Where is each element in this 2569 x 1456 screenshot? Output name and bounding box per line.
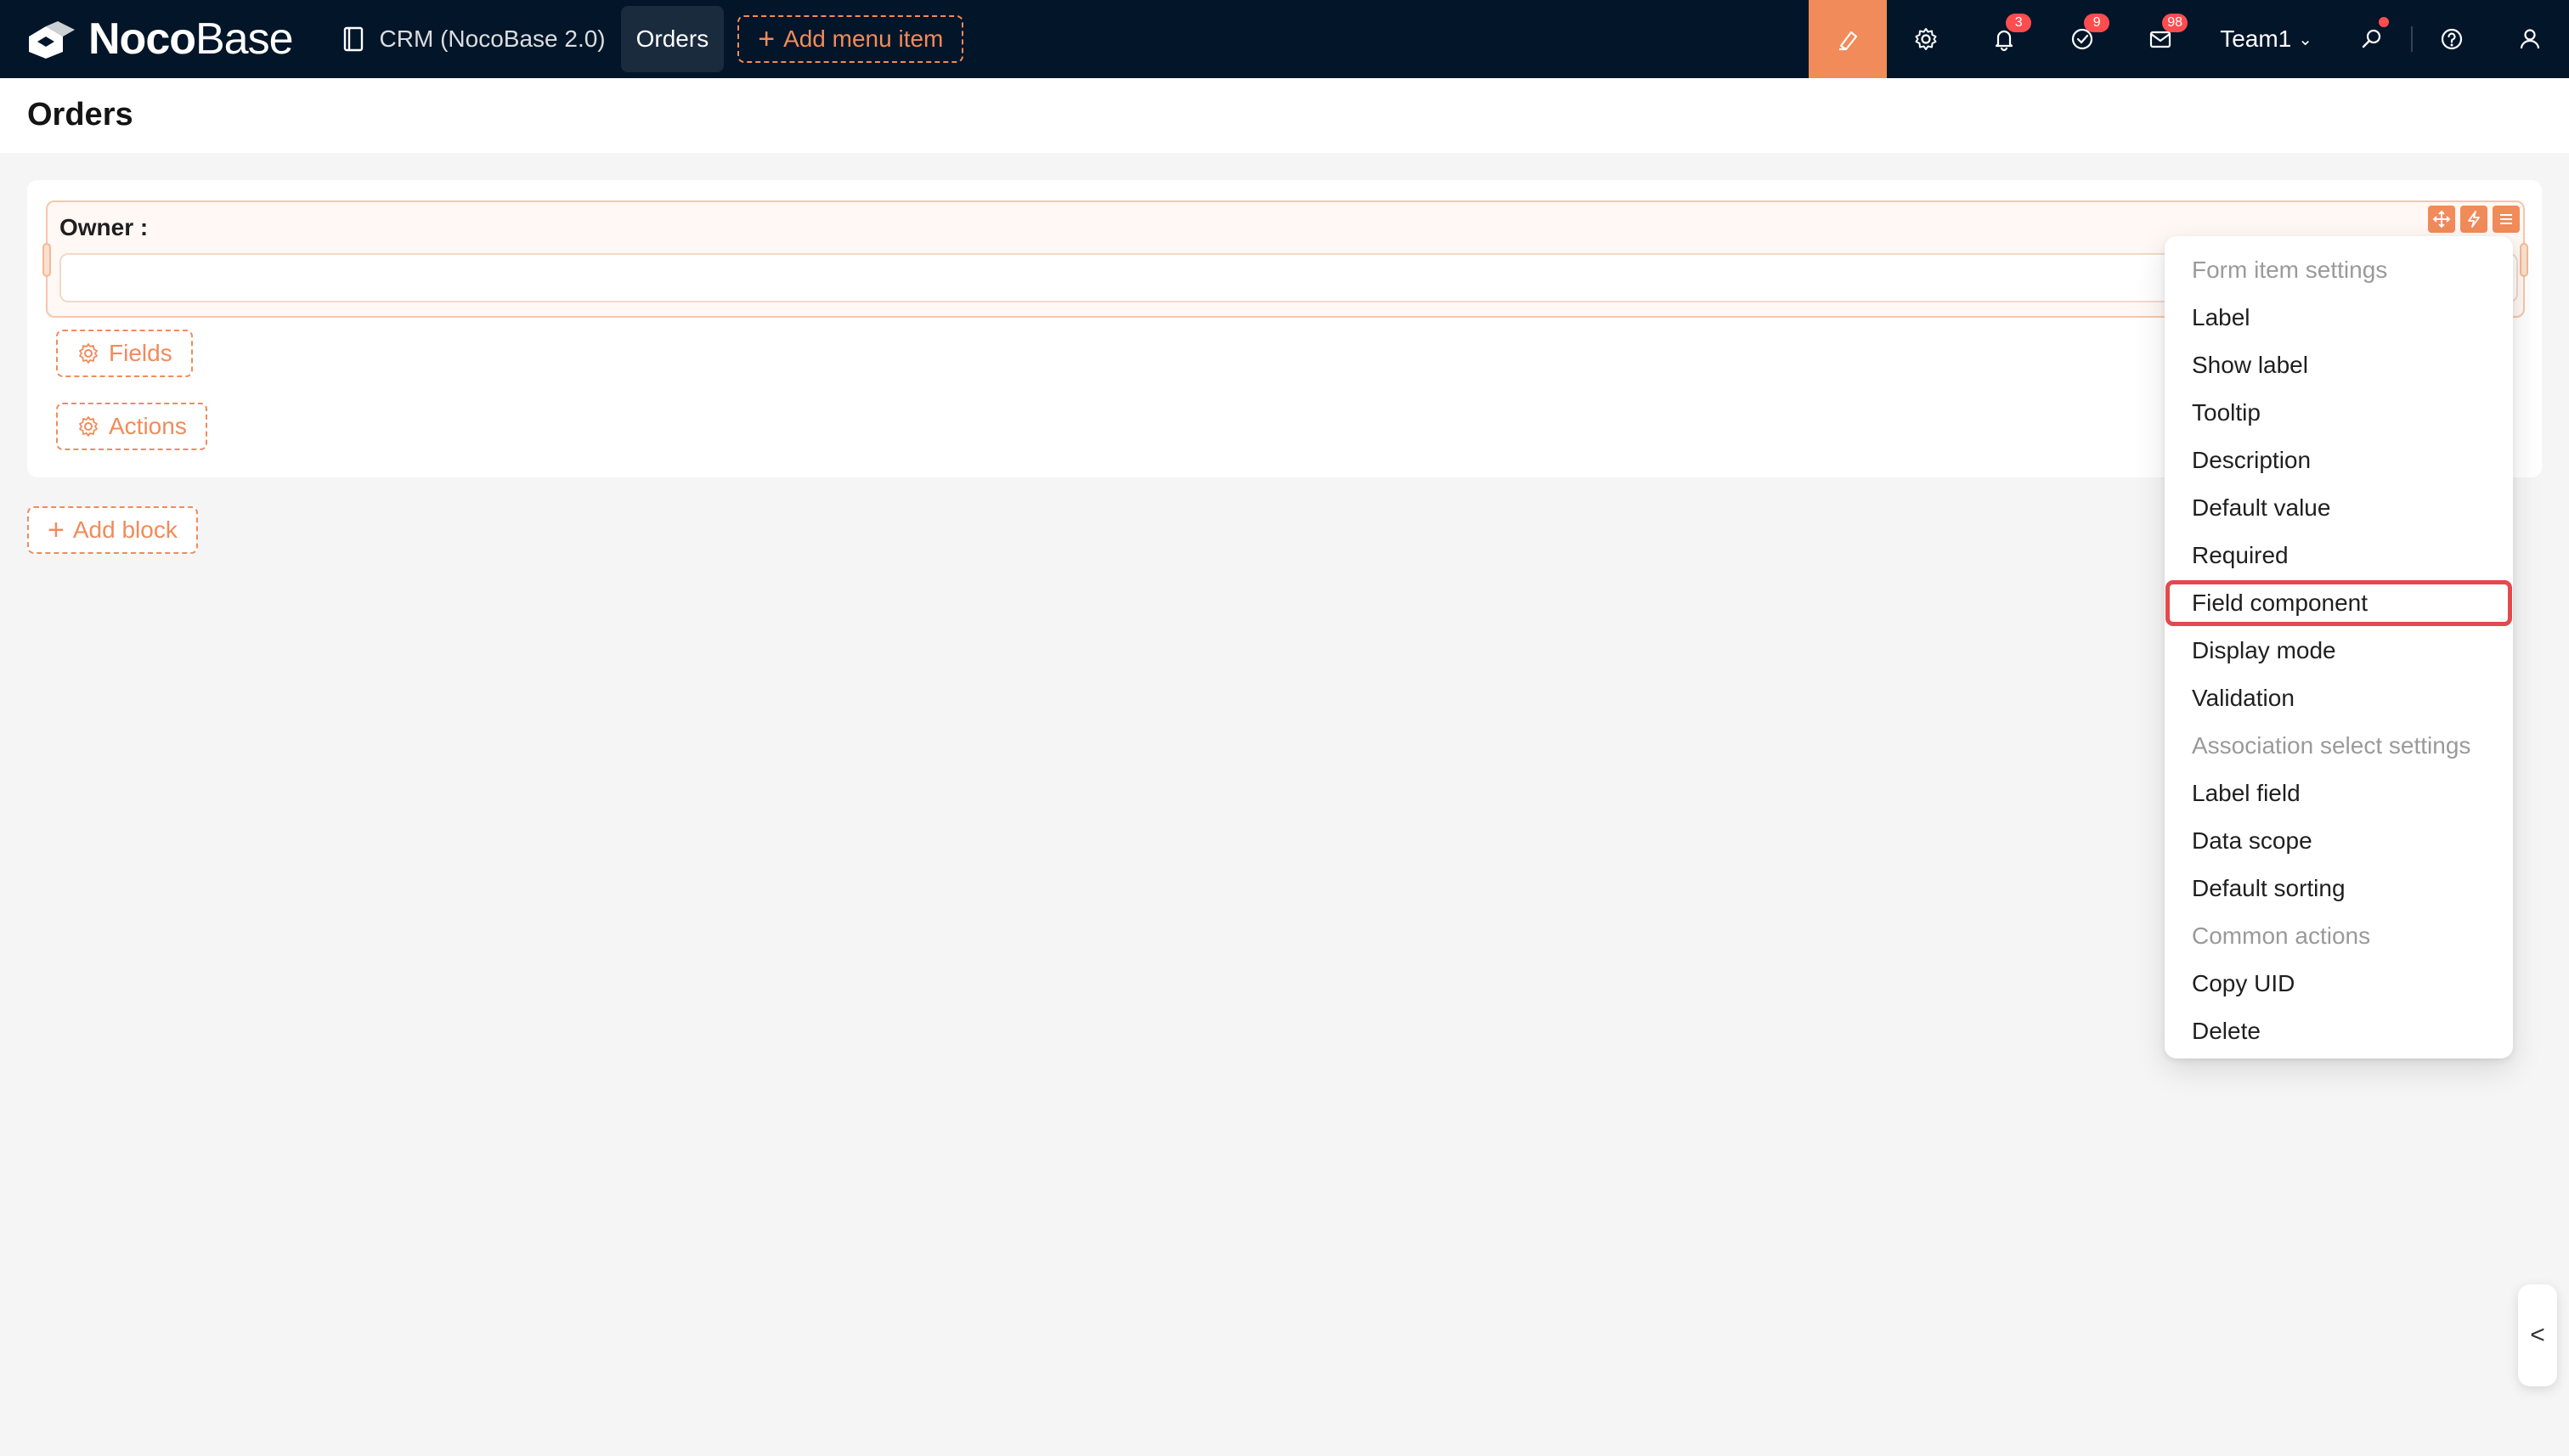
drag-handle-button[interactable] (2428, 206, 2455, 233)
user-profile-button[interactable] (2491, 0, 2569, 78)
menu-item-required[interactable]: Required (2165, 532, 2513, 579)
drag-move-icon (2432, 210, 2451, 229)
team-switcher-label: Team1 (2220, 25, 2292, 52)
nav-item-crm-label: CRM (NocoBase 2.0) (379, 25, 606, 52)
menu-item-default-sorting[interactable]: Default sorting (2165, 865, 2513, 912)
logo-wordmark: NocoBase (88, 14, 294, 64)
settings-button[interactable] (1887, 0, 1965, 78)
menu-item-data-scope[interactable]: Data scope (2165, 817, 2513, 865)
lightning-icon (2468, 211, 2480, 228)
page-header: Orders (0, 78, 2569, 153)
chevron-down-icon: ⌄ (2298, 30, 2312, 49)
add-menu-item-button[interactable]: + Add menu item (737, 15, 964, 63)
menu-item-delete[interactable]: Delete (2165, 1007, 2513, 1055)
form-item-settings-menu: Form item settings Label Show label Tool… (2165, 236, 2513, 1058)
menu-item-description[interactable]: Description (2165, 437, 2513, 484)
chevron-left-icon: < (2530, 1321, 2545, 1349)
owner-field-input[interactable] (59, 253, 2518, 302)
menu-item-tooltip[interactable]: Tooltip (2165, 389, 2513, 437)
right-resize-handle[interactable] (2520, 243, 2528, 277)
tasks-button[interactable]: 9 (2043, 0, 2121, 78)
tasks-badge: 9 (2084, 14, 2110, 32)
menu-item-field-component[interactable]: Field component (2165, 579, 2513, 627)
notifications-button[interactable]: 3 (1965, 0, 2043, 78)
menu-item-default-value[interactable]: Default value (2165, 484, 2513, 532)
search-dot-indicator (2379, 17, 2389, 27)
gear-icon (1915, 28, 1937, 50)
form-item-settings-button[interactable] (2493, 206, 2520, 233)
menu-item-show-label[interactable]: Show label (2165, 341, 2513, 389)
help-button[interactable] (2413, 0, 2491, 78)
search-button[interactable] (2333, 0, 2411, 78)
book-icon (343, 26, 363, 52)
configure-actions-button[interactable]: Actions (56, 403, 207, 450)
nav-item-orders-label: Orders (635, 25, 709, 52)
nocobase-logo[interactable]: NocoBase (25, 0, 294, 78)
owner-form-item[interactable]: Owner : (42, 200, 2528, 318)
header-tools: 3 9 98 Team1 ⌄ (1809, 0, 2569, 78)
user-icon (2520, 29, 2540, 49)
page-title: Orders (27, 97, 133, 133)
search-icon (2362, 29, 2381, 48)
help-icon (2441, 28, 2463, 50)
top-navbar: NocoBase CRM (NocoBase 2.0) Orders + Add… (0, 0, 2569, 78)
menu-group-common-actions: Common actions (2192, 923, 2371, 949)
add-block-label: Add block (72, 516, 178, 543)
add-block-button[interactable]: + Add block (27, 506, 198, 554)
messages-badge: 98 (2162, 14, 2188, 32)
nav-item-crm[interactable]: CRM (NocoBase 2.0) (327, 6, 621, 72)
menu-item-copy-uid[interactable]: Copy UID (2165, 960, 2513, 1007)
configure-actions-label: Actions (109, 413, 187, 439)
plus-icon: + (48, 514, 65, 546)
form-item-toolbar (2428, 206, 2520, 233)
gear-icon (79, 343, 98, 364)
linkage-rules-button[interactable] (2460, 206, 2487, 233)
menu-icon (2500, 214, 2512, 224)
gear-icon (79, 416, 98, 437)
plus-icon: + (758, 23, 776, 55)
collapse-panel-tab[interactable]: < (2518, 1284, 2557, 1386)
left-resize-handle[interactable] (42, 243, 51, 277)
menu-item-display-mode[interactable]: Display mode (2165, 627, 2513, 674)
team-switcher[interactable]: Team1 ⌄ (2199, 25, 2333, 53)
menu-item-label[interactable]: Label (2165, 294, 2513, 341)
menu-item-validation[interactable]: Validation (2165, 674, 2513, 722)
nocobase-logo-icon (29, 21, 75, 59)
configure-fields-label: Fields (109, 340, 172, 366)
menu-group-form-item-settings: Form item settings (2192, 257, 2388, 283)
ui-editor-button[interactable] (1809, 0, 1888, 78)
configure-fields-button[interactable]: Fields (56, 330, 193, 377)
nav-item-orders[interactable]: Orders (620, 6, 725, 72)
messages-button[interactable]: 98 (2121, 0, 2199, 78)
highlighter-icon (1839, 31, 1858, 51)
menu-item-label-field[interactable]: Label field (2165, 770, 2513, 817)
menu-group-association-select-settings: Association select settings (2192, 732, 2471, 759)
add-menu-item-label: Add menu item (783, 25, 944, 52)
owner-field-label: Owner : (59, 214, 149, 240)
notifications-badge: 3 (2006, 14, 2032, 32)
